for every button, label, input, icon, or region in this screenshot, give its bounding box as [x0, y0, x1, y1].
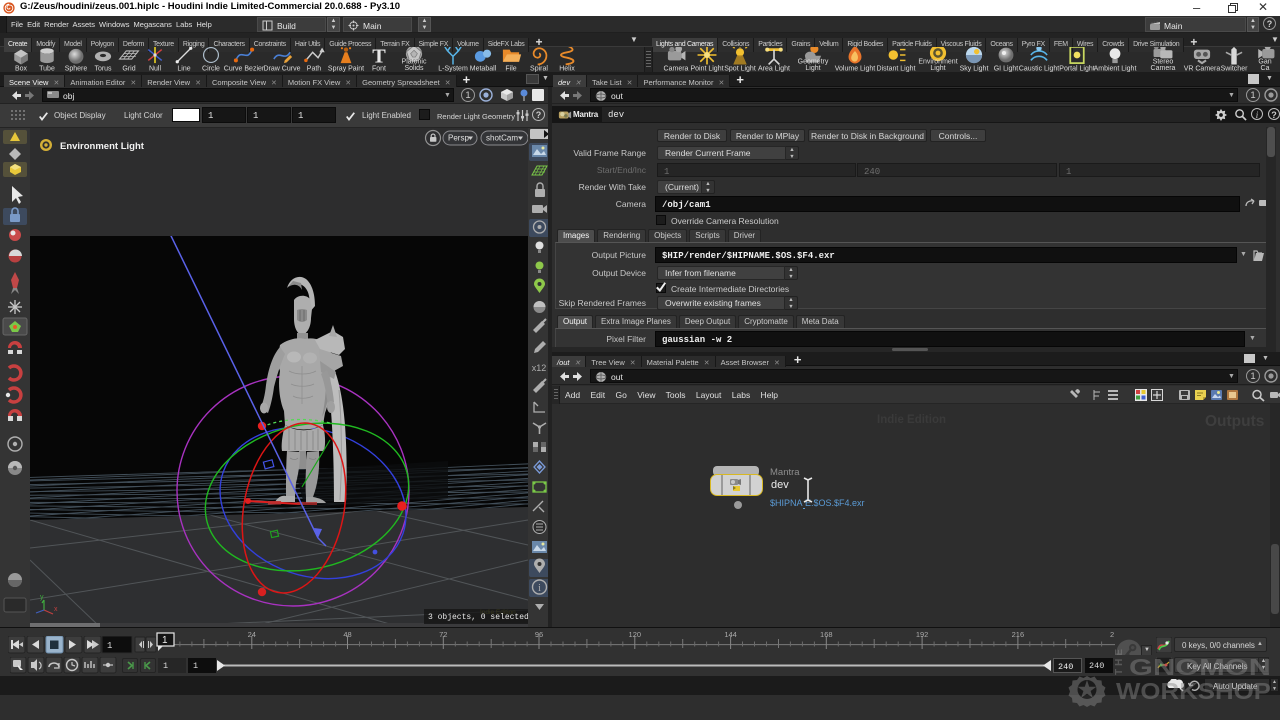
svg-text:Light: Light — [930, 65, 945, 72]
svg-text:Solids: Solids — [404, 65, 424, 72]
svg-text:GNOMON: GNOMON — [1129, 654, 1271, 680]
svg-text:96: 96 — [535, 630, 543, 639]
svg-text:shotCam: shotCam — [486, 134, 518, 143]
svg-text:24: 24 — [248, 630, 256, 639]
svg-text:Light: Light — [805, 65, 820, 72]
svg-text:Ca: Ca — [1261, 65, 1270, 72]
svg-text:192: 192 — [916, 630, 929, 639]
svg-text:THE: THE — [1114, 649, 1125, 675]
svg-text:y: y — [40, 594, 44, 601]
svg-text:168: 168 — [820, 630, 833, 639]
svg-text:Camera: Camera — [1151, 65, 1176, 72]
svg-text:72: 72 — [439, 630, 447, 639]
svg-text:i: i — [538, 583, 541, 594]
svg-text:x: x — [54, 606, 58, 613]
svg-text:x12: x12 — [532, 363, 547, 373]
svg-text:144: 144 — [724, 630, 737, 639]
svg-text:216: 216 — [1012, 630, 1025, 639]
svg-text:120: 120 — [629, 630, 642, 639]
svg-text:48: 48 — [343, 630, 351, 639]
svg-text:Persp: Persp — [448, 134, 469, 143]
svg-text:1: 1 — [162, 635, 168, 646]
svg-text:Environment Light: Environment Light — [60, 141, 145, 152]
svg-text:WORKSHOP: WORKSHOP — [1116, 678, 1271, 704]
svg-text:3 objects, 0 selected: 3 objects, 0 selected — [428, 613, 528, 622]
